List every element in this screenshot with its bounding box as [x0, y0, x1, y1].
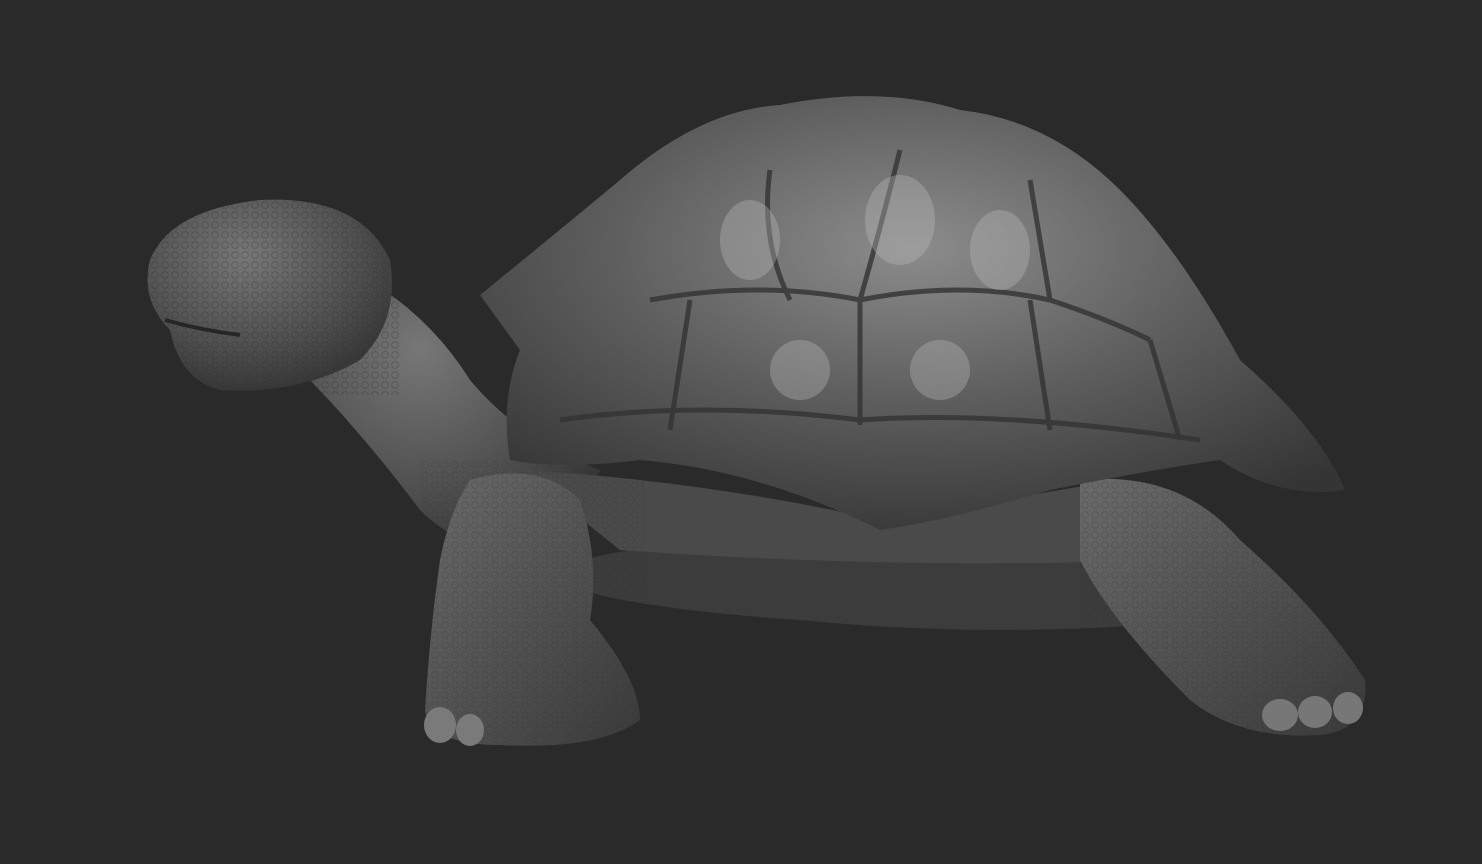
- tortoise-model: [145, 96, 1370, 750]
- viewport-render: [145, 96, 1370, 750]
